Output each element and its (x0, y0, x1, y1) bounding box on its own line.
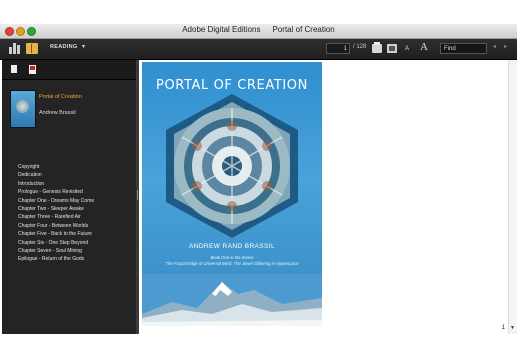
window-title: Adobe Digital Editions Portal of Creation (0, 25, 517, 34)
sidebar-book-author: Andrew Brassil (39, 110, 76, 116)
table-of-contents: Copyright Dedication Introduction Prolog… (18, 163, 94, 264)
cover-subtitle: The Fractal Edge of Universal Mind: The … (165, 261, 299, 266)
search-input[interactable]: Find (440, 43, 487, 54)
reading-view-icon[interactable] (26, 43, 38, 54)
mandala-artwork (166, 94, 298, 238)
decrease-font-button[interactable]: A (405, 46, 409, 52)
app-window: Adobe Digital Editions Portal of Creation… (0, 24, 517, 334)
cover-title: PORTAL OF CREATION (156, 78, 308, 93)
document-scrollbar[interactable]: ▼ (508, 60, 517, 334)
document-viewer: PORTAL OF CREATION ANDREW RAND BRASSIL B… (139, 60, 517, 334)
reading-mode-label[interactable]: READING (50, 44, 77, 50)
cover-series-line: Book One in the Series (210, 255, 254, 260)
toc-item[interactable]: Chapter Six - One Step Beyond (18, 239, 94, 247)
page-number-input[interactable]: 1 (326, 43, 350, 54)
toolbar: READING ▾ 1 / 128 A A Find ◂ ▸ (0, 39, 517, 60)
print-icon[interactable] (372, 42, 382, 53)
toc-item[interactable]: Chapter Five - Back to the Future (18, 230, 94, 238)
toc-item[interactable]: Chapter Three - Rarefied Air (18, 213, 94, 221)
mountain-artwork (142, 274, 322, 326)
chevron-down-icon[interactable]: ▾ (82, 43, 85, 50)
fit-page-icon[interactable] (387, 44, 397, 53)
book-thumbnail[interactable] (10, 90, 36, 128)
toc-item[interactable]: Chapter Two - Sleeper Awake (18, 205, 94, 213)
library-icon[interactable] (9, 43, 21, 54)
toc-item[interactable]: Dedication (18, 171, 94, 179)
book-cover-page: PORTAL OF CREATION ANDREW RAND BRASSIL B… (142, 62, 322, 326)
title-bar: Adobe Digital Editions Portal of Creation (0, 24, 517, 39)
toc-item[interactable]: Copyright (18, 163, 94, 171)
document-title: Portal of Creation (272, 25, 335, 34)
toc-item[interactable]: Chapter Seven - Soul Mining (18, 247, 94, 255)
current-page-indicator: 1 (501, 325, 505, 331)
toc-item[interactable]: Prologue - Genesis Revisited (18, 188, 94, 196)
toc-item[interactable]: Introduction (18, 180, 94, 188)
screen-background (0, 334, 517, 358)
page-total: / 128 (353, 44, 367, 50)
bookmark-icon[interactable] (11, 65, 17, 73)
toc-item[interactable]: Chapter One - Dreams May Come (18, 197, 94, 205)
search-next-button[interactable]: ▸ (504, 43, 507, 50)
toc-item[interactable]: Epilogue - Return of the Gods (18, 255, 94, 263)
scroll-down-icon[interactable]: ▼ (510, 325, 515, 331)
app-name: Adobe Digital Editions (182, 25, 261, 34)
cover-author: ANDREW RAND BRASSIL (189, 243, 275, 250)
sidebar-book-title[interactable]: Portal of Creation (39, 94, 82, 100)
increase-font-button[interactable]: A (420, 41, 428, 53)
pdf-icon[interactable] (29, 65, 36, 74)
search-prev-button[interactable]: ◂ (493, 43, 496, 50)
sidebar-tabs (2, 60, 136, 80)
sidebar: Portal of Creation Andrew Brassil Copyri… (2, 60, 136, 334)
toc-item[interactable]: Chapter Four - Between Worlds (18, 222, 94, 230)
